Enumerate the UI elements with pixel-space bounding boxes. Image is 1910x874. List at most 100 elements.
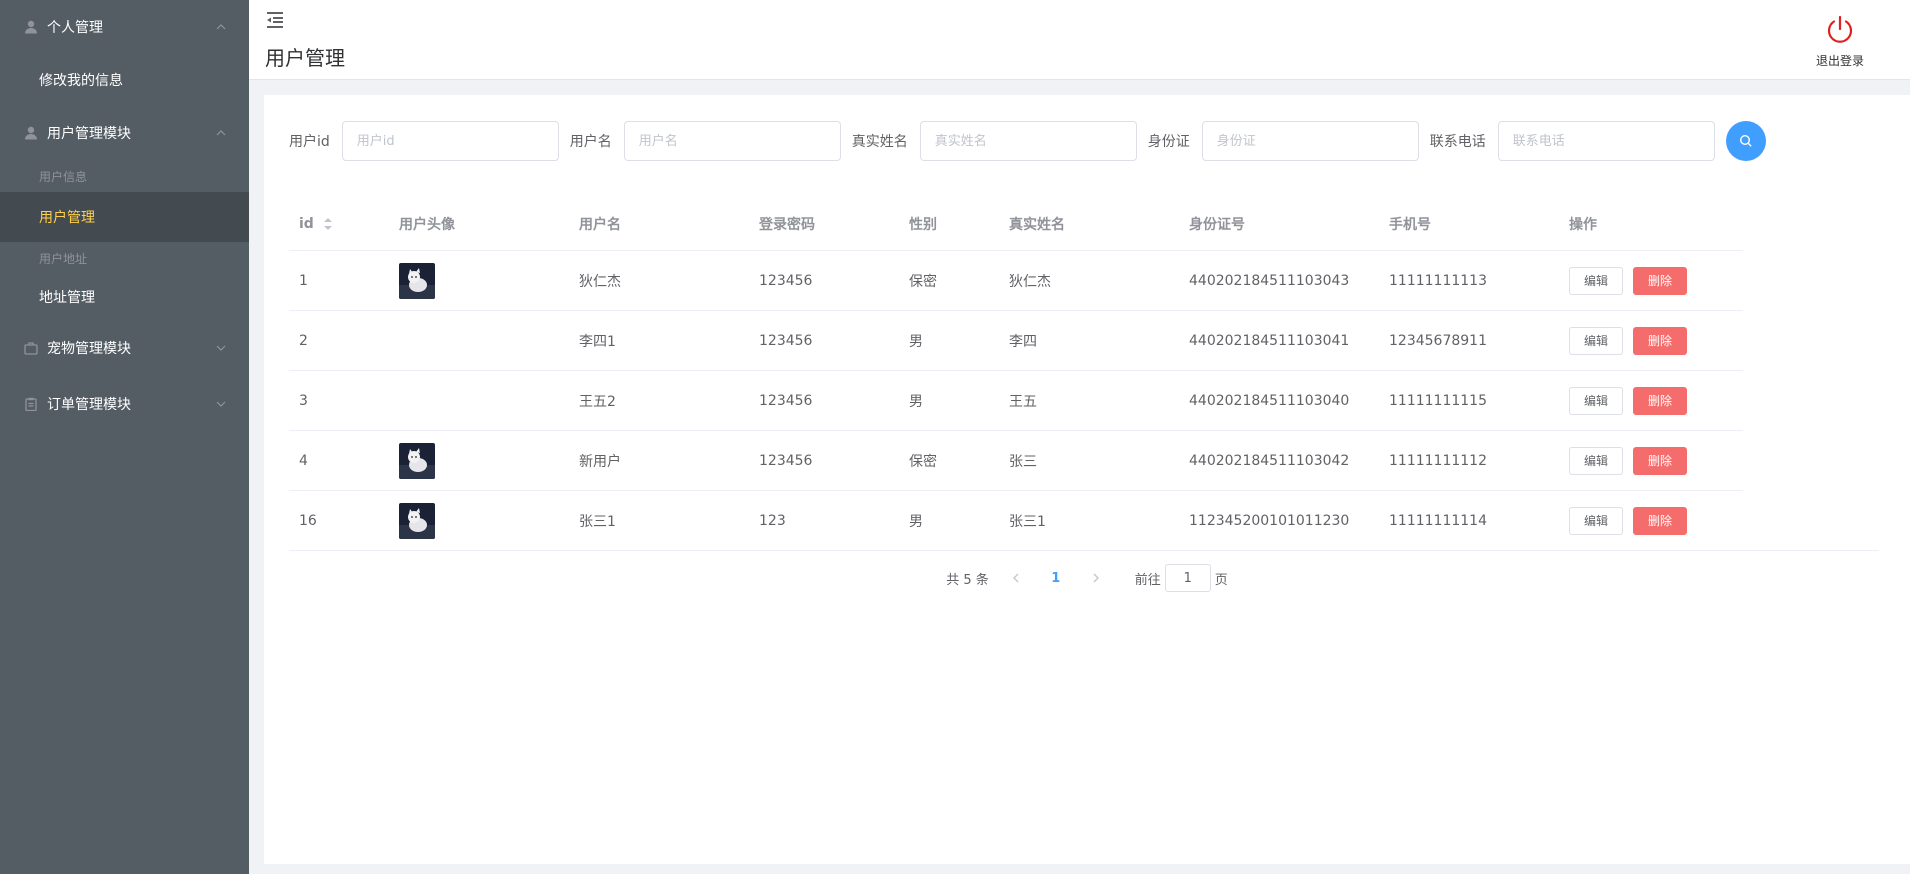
delete-button[interactable]: 删除 [1633, 506, 1688, 535]
cell-phone: 11111111115 [1389, 392, 1487, 409]
submenu-title: 个人管理 [47, 20, 103, 36]
username-input[interactable] [623, 121, 841, 161]
menu-item-label: 修改我的信息 [39, 73, 123, 89]
user-id-input[interactable] [341, 121, 559, 161]
submenu-title: 用户管理模块 [47, 126, 131, 142]
sort-caret-icon[interactable] [323, 217, 333, 231]
cell-phone: 12345678911 [1389, 332, 1487, 349]
cell-avatar [389, 262, 569, 299]
cell-username: 狄仁杰 [579, 273, 621, 290]
cell-idcard: 112345200101011230 [1189, 512, 1350, 529]
cell-phone: 11111111114 [1389, 512, 1487, 529]
edit-button[interactable]: 编辑 [1569, 386, 1624, 415]
menu-item-label: 用户管理 [39, 210, 95, 226]
submenu-title: 订单管理模块 [47, 397, 131, 413]
table-row: 3 王五2 123456 男 王五 440202184511103040 111111111… [289, 371, 1743, 431]
jump-suffix: 页 [1214, 572, 1228, 588]
user-avatar [399, 442, 435, 479]
column-header-idcard: 身份证号 [1189, 216, 1245, 233]
submenu-personal[interactable]: 个人管理 [0, 0, 249, 54]
cell-id: 1 [299, 272, 308, 289]
chevron-down-icon [215, 342, 227, 354]
cell-actions: 编辑 删除 [1559, 506, 1743, 535]
cell-password: 123456 [759, 452, 813, 469]
cell-gender: 男 [909, 513, 923, 530]
prev-page-button[interactable] [1001, 564, 1031, 592]
delete-button[interactable]: 删除 [1633, 266, 1688, 295]
cell-realname: 王五 [1009, 393, 1037, 410]
page-jump-input[interactable] [1164, 564, 1211, 592]
edit-button[interactable]: 编辑 [1569, 326, 1624, 355]
menu-item-user-management[interactable]: 用户管理 [0, 192, 249, 242]
page-number[interactable]: 1 [1041, 564, 1071, 592]
phone-input[interactable] [1497, 121, 1715, 161]
menu-item-edit-my-info[interactable]: 修改我的信息 [0, 54, 249, 106]
search-form: 用户id 用户名 真实姓名 身份证 联系电话 [289, 121, 1766, 161]
column-header-phone: 手机号 [1389, 216, 1431, 233]
cell-id: 4 [299, 452, 308, 469]
power-icon [1827, 15, 1853, 43]
cell-username: 李四1 [579, 333, 616, 350]
sidebar: 个人管理 修改我的信息 用户管理模块 用户信息 用户管理 用户地址 地址管理 宠… [0, 0, 249, 874]
cell-actions: 编辑 删除 [1559, 266, 1743, 295]
next-page-button[interactable] [1081, 564, 1111, 592]
pagination: 共 5 条 1 前往 页 [264, 564, 1910, 592]
edit-button[interactable]: 编辑 [1569, 446, 1624, 475]
chevron-up-icon [215, 21, 227, 33]
column-header-id[interactable]: id [289, 216, 389, 232]
search-label-idcard: 身份证 [1147, 134, 1190, 150]
logout-button[interactable]: 退出登录 [1812, 14, 1868, 69]
edit-button[interactable]: 编辑 [1569, 266, 1624, 295]
submenu-pet-management[interactable]: 宠物管理模块 [0, 320, 249, 376]
cell-gender: 男 [909, 333, 923, 350]
search-label-username: 用户名 [569, 134, 612, 150]
realname-input[interactable] [919, 121, 1137, 161]
cell-actions: 编辑 删除 [1559, 386, 1743, 415]
search-label-phone: 联系电话 [1429, 134, 1486, 150]
table-row: 1 狄仁杰 123456 保密 狄仁杰 440202184511103043 1111111… [289, 251, 1743, 311]
chevron-down-icon [215, 398, 227, 410]
pagination-total: 共 5 条 [946, 572, 989, 588]
submenu-order-management[interactable]: 订单管理模块 [0, 376, 249, 432]
search-icon [1739, 134, 1752, 147]
search-label-realname: 真实姓名 [851, 134, 908, 150]
cell-password: 123456 [759, 332, 813, 349]
submenu-user-management[interactable]: 用户管理模块 [0, 106, 249, 160]
chevron-right-icon [1093, 573, 1099, 583]
cell-realname: 张三 [1009, 453, 1037, 470]
edit-button[interactable]: 编辑 [1569, 506, 1624, 535]
column-header-label: id [299, 215, 314, 232]
page-title: 用户管理 [265, 46, 345, 70]
cell-actions: 编辑 删除 [1559, 326, 1743, 355]
column-header-avatar: 用户头像 [399, 216, 455, 233]
logout-label: 退出登录 [1815, 54, 1864, 68]
cell-avatar [389, 502, 569, 539]
user-icon [22, 124, 40, 142]
cell-password: 123456 [759, 272, 813, 289]
cell-gender: 保密 [909, 273, 937, 290]
cell-idcard: 440202184511103042 [1189, 452, 1350, 469]
menu-item-address-management[interactable]: 地址管理 [0, 274, 249, 320]
search-button[interactable] [1725, 121, 1766, 161]
chevron-left-icon [1012, 573, 1019, 583]
idcard-input[interactable] [1201, 121, 1419, 161]
delete-button[interactable]: 删除 [1633, 326, 1688, 355]
cell-idcard: 440202184511103041 [1189, 332, 1350, 349]
delete-button[interactable]: 删除 [1633, 386, 1688, 415]
jump-prefix: 前往 [1134, 572, 1161, 588]
menu-fold-icon[interactable] [265, 10, 285, 30]
table-row: 16 张三1 123 男 张三1 112345200101011230 1111111111… [289, 491, 1879, 551]
user-avatar [399, 502, 435, 539]
delete-button[interactable]: 删除 [1633, 446, 1688, 475]
cell-id: 2 [299, 332, 308, 349]
content-card: 用户id 用户名 真实姓名 身份证 联系电话 id 用户头像 用户名 登录密码 … [264, 95, 1910, 864]
column-header-gender: 性别 [909, 216, 937, 233]
briefcase-icon [22, 339, 40, 357]
user-avatar [399, 262, 435, 299]
chevron-up-icon [215, 127, 227, 139]
cell-id: 3 [299, 392, 308, 409]
cell-phone: 11111111112 [1389, 452, 1487, 469]
cell-id: 16 [299, 512, 317, 529]
cell-realname: 张三1 [1009, 513, 1046, 530]
table-row: 2 李四1 123456 男 李四 440202184511103041 123456789… [289, 311, 1743, 371]
